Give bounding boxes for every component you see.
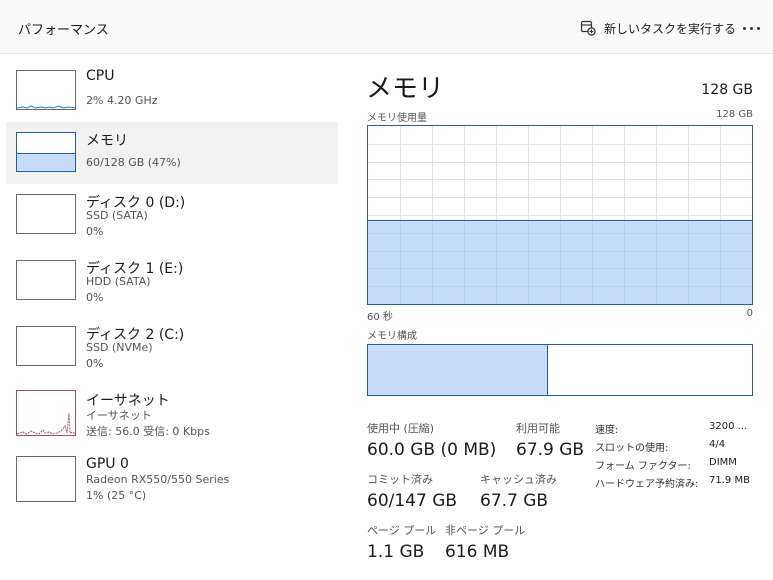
disk-1-thumbnail-graph <box>16 260 76 300</box>
memory-title: メモリ <box>366 74 445 104</box>
detail-speed-label: 速度: <box>595 425 619 436</box>
stat-available-label: 利用可能 <box>516 422 560 435</box>
run-new-task-button[interactable]: 新しいタスクを実行する <box>574 15 742 41</box>
stat-nonpaged-pool-label: 非ページ プール <box>445 524 526 537</box>
sidebar-item-detail: イーサネット <box>86 409 152 422</box>
stat-in-use-label: 使用中 (圧縮) <box>367 422 435 435</box>
sidebar-item-disk-2[interactable]: ディスク 2 (C:) SSD (NVMe) 0% <box>6 316 338 378</box>
sidebar-item-gpu-0[interactable]: GPU 0 Radeon RX550/550 Series 1% (25 °C) <box>6 448 338 510</box>
memory-total: 128 GB <box>701 82 753 98</box>
gpu-0-thumbnail-graph <box>16 456 76 502</box>
graph-time-end: 0 <box>746 308 753 319</box>
memory-composition-bar <box>367 344 753 396</box>
detail-hardware-reserved-value: 71.9 MB <box>709 475 750 486</box>
sidebar-item-usage: 0% <box>86 291 104 304</box>
graph-gridline <box>368 197 752 199</box>
sidebar-item-detail: SSD (SATA) <box>86 209 148 222</box>
stat-nonpaged-pool-value: 616 MB <box>445 542 510 562</box>
sidebar-item-usage: 0% <box>86 225 104 238</box>
stat-committed-label: コミット済み <box>367 473 433 486</box>
sidebar-item-disk-0[interactable]: ディスク 0 (D:) SSD (SATA) 0% <box>6 184 338 246</box>
sidebar-item-usage: 1% (25 °C) <box>86 489 147 502</box>
sidebar-item-usage: 0% <box>86 357 104 370</box>
memory-composition-in-use <box>368 345 549 395</box>
memory-thumbnail-graph <box>16 132 76 172</box>
more-options-button[interactable] <box>736 15 766 41</box>
graph-gridline <box>368 215 752 216</box>
sidebar-item-name: GPU 0 <box>86 456 129 472</box>
graph-gridline <box>368 179 752 181</box>
sidebar-item-ethernet[interactable]: イーサネット イーサネット 送信: 56.0 受信: 0 Kbps <box>6 382 338 444</box>
detail-speed-value: 3200 ... <box>709 421 748 432</box>
detail-slots-label: スロットの使用: <box>595 443 669 454</box>
memory-composition-label: メモリ構成 <box>367 331 417 342</box>
disk-2-thumbnail-graph <box>16 326 76 366</box>
disk-0-thumbnail-graph <box>16 194 76 234</box>
sidebar-item-detail: Radeon RX550/550 Series <box>86 473 230 486</box>
stat-cached-label: キャッシュ済み <box>480 473 557 486</box>
sidebar-item-detail: SSD (NVMe) <box>86 341 153 354</box>
memory-usage-label: メモリ使用量 <box>367 113 427 124</box>
sidebar-item-name: メモリ <box>86 133 128 149</box>
stat-in-use-value: 60.0 GB (0 MB) <box>367 440 497 460</box>
run-task-icon <box>580 20 596 36</box>
sidebar-item-disk-1[interactable]: ディスク 1 (E:) HDD (SATA) 0% <box>6 250 338 312</box>
sidebar-item-detail: 2% 4.20 GHz <box>86 94 158 107</box>
stat-paged-pool-value: 1.1 GB <box>367 542 425 562</box>
sidebar-item-detail: 60/128 GB (47%) <box>86 156 181 169</box>
graph-gridline <box>368 161 752 163</box>
sidebar-item-throughput: 送信: 56.0 受信: 0 Kbps <box>86 425 210 438</box>
memory-usage-area <box>368 220 752 304</box>
detail-hardware-reserved-label: ハードウェア予約済み: <box>595 479 699 490</box>
sidebar-item-cpu[interactable]: CPU 2% 4.20 GHz <box>6 60 338 122</box>
memory-thumbnail-fill <box>17 153 75 171</box>
stat-paged-pool-label: ページ プール <box>367 524 437 537</box>
sidebar-item-detail: HDD (SATA) <box>86 275 151 288</box>
detail-form-factor-label: フォーム ファクター: <box>595 461 691 472</box>
run-task-label: 新しいタスクを実行する <box>604 21 737 36</box>
sidebar-item-memory[interactable]: メモリ 60/128 GB (47%) <box>6 122 338 184</box>
memory-usage-graph <box>367 125 753 305</box>
title-bar: パフォーマンス 新しいタスクを実行する <box>0 0 773 54</box>
graph-time-start: 60 秒 <box>367 312 393 323</box>
page-title: パフォーマンス <box>18 23 109 38</box>
ethernet-thumbnail-graph <box>16 390 76 436</box>
stat-committed-value: 60/147 GB <box>367 491 458 511</box>
stat-cached-value: 67.7 GB <box>480 491 549 511</box>
detail-slots-value: 4/4 <box>709 439 726 450</box>
more-icon <box>742 26 746 30</box>
graph-gridline <box>368 143 752 145</box>
stat-available-value: 67.9 GB <box>516 440 585 460</box>
cpu-thumbnail-graph <box>16 70 76 110</box>
memory-usage-max: 128 GB <box>716 109 753 120</box>
sidebar-item-name: CPU <box>86 68 115 84</box>
detail-form-factor-value: DIMM <box>709 457 737 468</box>
